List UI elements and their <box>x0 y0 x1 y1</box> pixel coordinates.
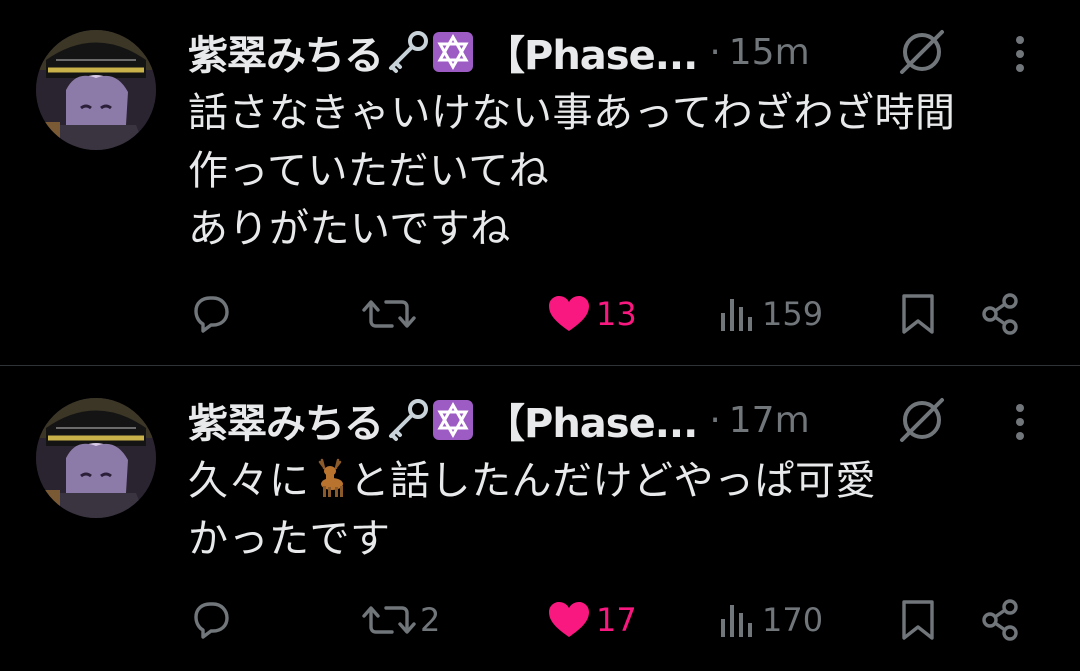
tweet-actions: 2 17 170 <box>0 590 1080 650</box>
more-options-icon[interactable] <box>1008 34 1032 78</box>
old-key-emoji <box>385 398 429 442</box>
heart-filled-icon <box>549 296 589 331</box>
reply-icon <box>194 602 229 639</box>
tweet-actions: 13 159 <box>0 284 1080 344</box>
retweet-button[interactable]: 2 <box>362 590 440 650</box>
separator-dot: · <box>709 399 721 441</box>
share-icon <box>982 293 1018 335</box>
share-button[interactable] <box>978 590 1022 650</box>
tweet-text-before: 久々に <box>188 458 310 504</box>
reply-icon <box>194 296 229 333</box>
like-button[interactable]: 17 <box>546 590 637 650</box>
share-button[interactable] <box>978 284 1022 344</box>
star-of-david-emoji <box>431 398 475 442</box>
display-name[interactable]: 紫翠みちる <box>188 23 384 81</box>
star-of-david-emoji <box>431 30 475 74</box>
avatar-image <box>36 398 156 518</box>
retweet-icon <box>362 606 416 634</box>
tweet-header: 紫翠みちる 【Phase... · 15m <box>188 23 810 81</box>
deer-emoji <box>310 456 350 500</box>
retweet-count: 2 <box>420 601 441 639</box>
grok-icon[interactable] <box>896 26 948 82</box>
views-button[interactable]: 170 <box>718 590 823 650</box>
bookmark-icon <box>902 294 934 334</box>
retweet-button[interactable] <box>362 284 420 344</box>
timestamp[interactable]: 15m <box>729 32 810 73</box>
like-count: 13 <box>596 295 637 333</box>
avatar-image <box>36 30 156 150</box>
bookmark-icon <box>902 600 934 640</box>
share-icon <box>982 599 1018 641</box>
tweet-text: 久々に と話したんだけどやっぱ可愛 かったです <box>188 452 1058 568</box>
heart-filled-icon <box>549 602 589 637</box>
more-options-icon[interactable] <box>1008 402 1032 446</box>
avatar[interactable] <box>36 398 156 518</box>
reply-button[interactable] <box>188 590 238 650</box>
like-button[interactable]: 13 <box>546 284 637 344</box>
retweet-icon <box>362 300 416 328</box>
like-count: 17 <box>596 601 637 639</box>
handle[interactable]: 【Phase... <box>485 23 698 81</box>
separator-dot: · <box>709 31 721 73</box>
bookmark-button[interactable] <box>898 284 938 344</box>
grok-icon[interactable] <box>896 394 948 450</box>
view-count: 159 <box>762 295 824 333</box>
analytics-icon <box>721 605 752 637</box>
view-count: 170 <box>762 601 824 639</box>
old-key-emoji <box>385 30 429 74</box>
avatar[interactable] <box>36 30 156 150</box>
handle[interactable]: 【Phase... <box>485 391 698 449</box>
display-name[interactable]: 紫翠みちる <box>188 391 384 449</box>
timestamp[interactable]: 17m <box>729 400 810 441</box>
reply-button[interactable] <box>188 284 238 344</box>
views-button[interactable]: 159 <box>718 284 823 344</box>
tweet-text: 話さなきゃいけない事あってわざわざ時間 作っていただいてね ありがたいですね <box>188 90 956 252</box>
tweet-header: 紫翠みちる 【Phase... · 17m <box>188 391 810 449</box>
bookmark-button[interactable] <box>898 590 938 650</box>
analytics-icon <box>721 299 752 331</box>
